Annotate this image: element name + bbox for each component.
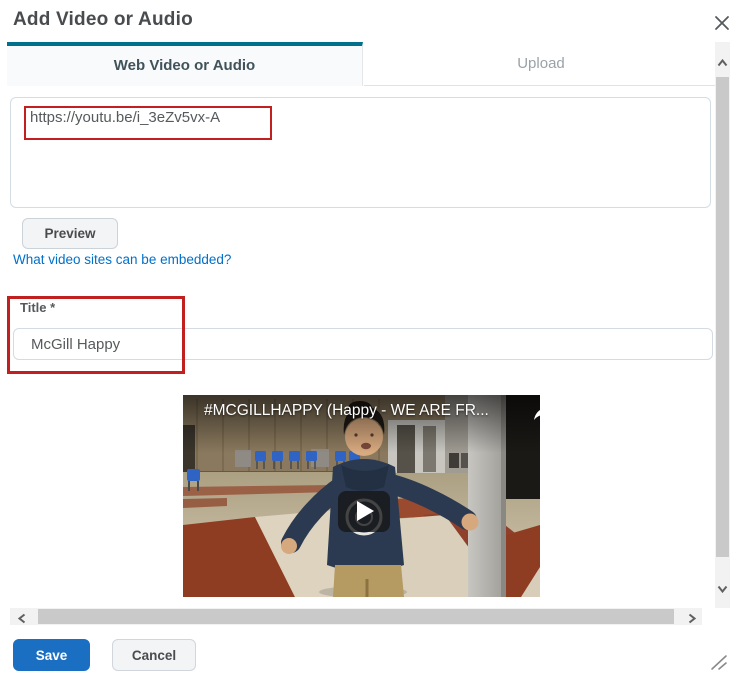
video-url-value: https://youtu.be/i_3eZv5vx-A — [30, 109, 220, 126]
tab-strip: Web Video or Audio Upload — [7, 42, 718, 86]
save-button[interactable]: Save — [13, 639, 90, 671]
scroll-right-icon[interactable] — [688, 611, 696, 629]
dialog-title: Add Video or Audio — [13, 9, 193, 31]
scroll-up-icon[interactable] — [717, 54, 728, 72]
tab-web-video-or-audio[interactable]: Web Video or Audio — [7, 42, 363, 86]
tab-label: Upload — [517, 55, 565, 72]
title-input[interactable] — [13, 328, 713, 360]
play-icon — [357, 501, 374, 521]
cancel-button[interactable]: Cancel — [112, 639, 196, 671]
video-title-text: #MCGILLHAPPY (Happy - WE ARE FR... — [204, 402, 504, 420]
vertical-scrollbar-thumb[interactable] — [716, 77, 729, 557]
embed-help-link[interactable]: What video sites can be embedded? — [13, 252, 231, 267]
close-icon — [714, 19, 730, 34]
tab-label: Web Video or Audio — [114, 57, 255, 74]
horizontal-scrollbar[interactable] — [10, 608, 702, 625]
vertical-scrollbar[interactable] — [715, 42, 730, 608]
resize-handle-icon[interactable] — [708, 652, 730, 672]
tab-upload[interactable]: Upload — [364, 42, 718, 86]
horizontal-scrollbar-thumb[interactable] — [38, 609, 674, 624]
title-field-label: Title * — [20, 300, 55, 315]
play-button[interactable] — [338, 491, 390, 532]
preview-button[interactable]: Preview — [22, 218, 118, 249]
close-button[interactable] — [710, 12, 733, 36]
scroll-left-icon[interactable] — [18, 611, 26, 629]
video-url-textarea[interactable]: https://youtu.be/i_3eZv5vx-A — [10, 97, 711, 208]
video-thumbnail[interactable]: #MCGILLHAPPY (Happy - WE ARE FR... — [183, 395, 540, 597]
scroll-down-icon[interactable] — [717, 580, 728, 598]
